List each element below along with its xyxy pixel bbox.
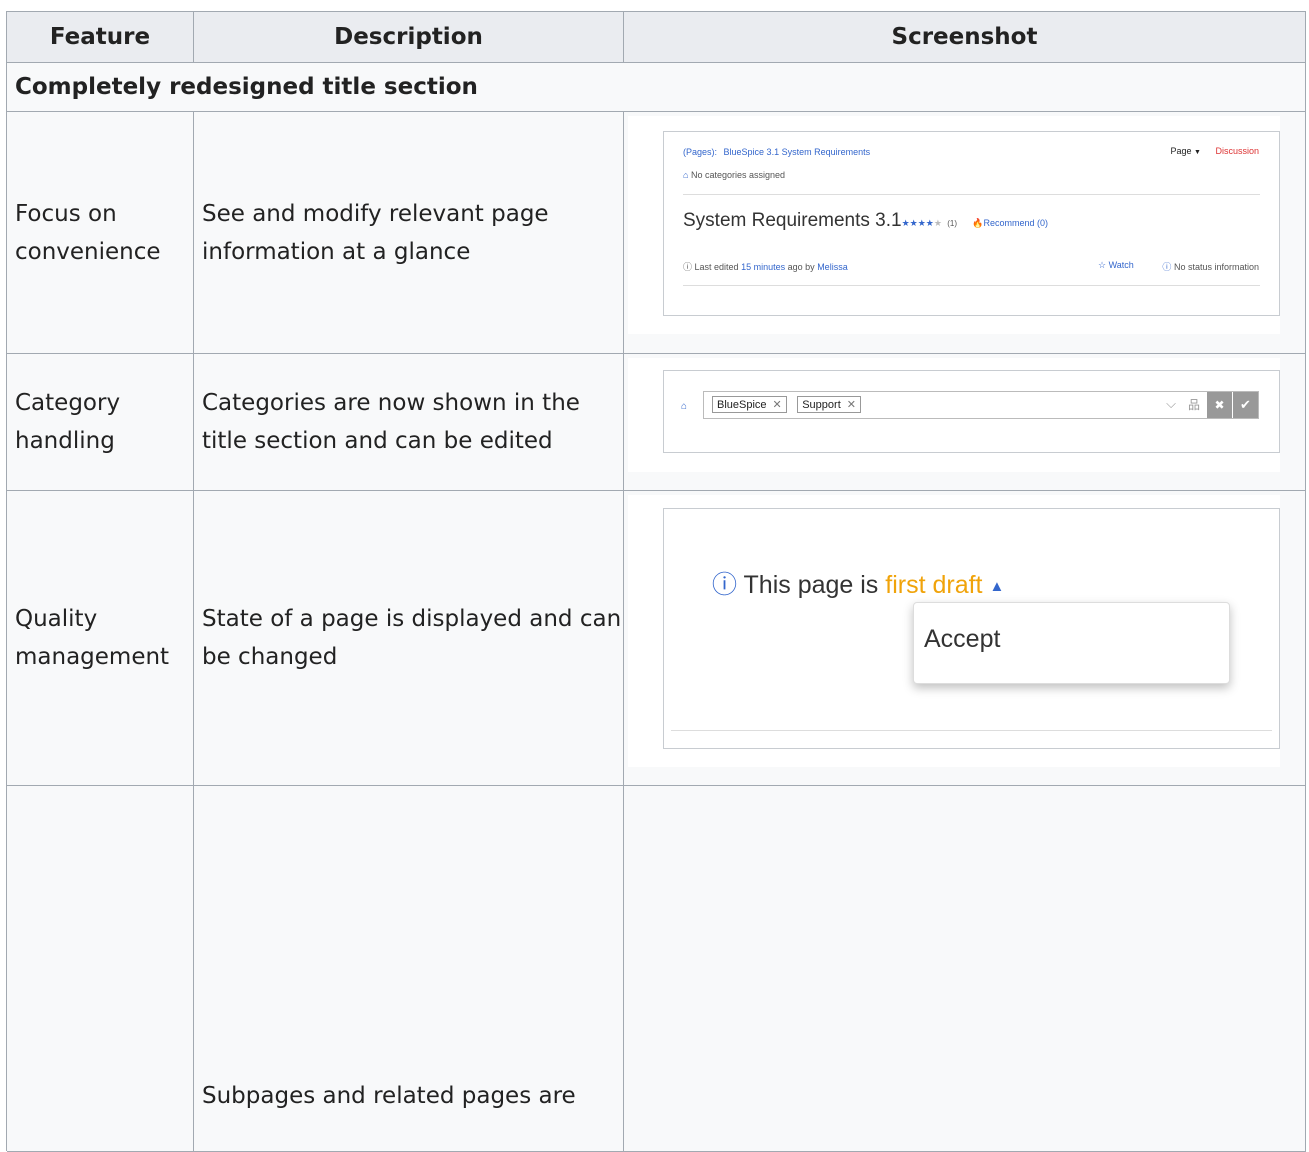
- category-editor-mockup: ⌂ BlueSpice ✕ Support ✕ ⌵ 品 ✖ ✔: [663, 370, 1280, 453]
- category-tag-label: BlueSpice: [717, 399, 767, 411]
- description-cell: See and modify relevant page information…: [194, 112, 624, 354]
- last-edited-label: Last edited: [694, 262, 739, 272]
- status-control[interactable]: ⓘ No status information: [1162, 260, 1259, 273]
- feature-cell: Quality management: [7, 491, 194, 786]
- category-tag[interactable]: BlueSpice ✕: [712, 396, 787, 413]
- accept-menu-item[interactable]: Accept: [924, 625, 1000, 654]
- category-input[interactable]: BlueSpice ✕ Support ✕ ⌵ 品 ✖ ✔: [703, 391, 1259, 419]
- confirm-button[interactable]: ✔: [1233, 392, 1258, 418]
- last-edited-time-link[interactable]: 15 minutes: [741, 262, 785, 272]
- star-icon: ☆: [1098, 260, 1107, 270]
- status-dropdown-menu: Accept: [913, 602, 1230, 684]
- table-row: Category handling Categories are now sho…: [7, 354, 1306, 491]
- hierarchy-icon[interactable]: 品: [1188, 396, 1200, 413]
- discussion-link[interactable]: Discussion: [1215, 146, 1259, 156]
- breadcrumb: (Pages): BlueSpice 3.1 System Requiremen…: [683, 147, 870, 157]
- table-row: Focus on convenience See and modify rele…: [7, 112, 1306, 354]
- no-categories-text: No categories assigned: [690, 170, 786, 180]
- categories-line: ⌂ No categories assigned: [683, 170, 785, 180]
- status-text: No status information: [1173, 262, 1259, 272]
- screenshot-image: ⌂ BlueSpice ✕ Support ✕ ⌵ 品 ✖ ✔: [628, 358, 1280, 472]
- category-tag[interactable]: Support ✕: [797, 396, 861, 413]
- last-edited-line: ⓘ Last edited 15 minutes ago by Melissa: [683, 260, 848, 273]
- page-title: System Requirements 3.1: [683, 210, 902, 231]
- description-cell: Subpages and related pages are: [194, 786, 624, 1152]
- caret-down-icon: ▼: [1194, 149, 1201, 156]
- page-title-line: System Requirements 3.1★★★★★ (1) 🔥Recomm…: [683, 210, 1048, 232]
- status-prefix: This page is: [743, 571, 879, 599]
- quality-status-mockup: ⓘ This page is first draft ▲ Accept: [663, 508, 1280, 749]
- page-actions: Page ▼ Discussion: [1170, 146, 1259, 156]
- section-title: Completely redesigned title section: [7, 63, 1306, 112]
- feature-table: Feature Description Screenshot Completel…: [6, 11, 1306, 1152]
- screenshot-cell: [624, 786, 1306, 1152]
- rating-count: (1): [947, 219, 958, 228]
- cancel-button[interactable]: ✖: [1207, 392, 1232, 418]
- table-row: Subpages and related pages are: [7, 786, 1306, 1152]
- description-cell: State of a page is displayed and can be …: [194, 491, 624, 786]
- status-value[interactable]: first draft: [885, 571, 982, 599]
- divider: [683, 194, 1260, 195]
- watch-link[interactable]: Watch: [1109, 260, 1134, 270]
- title-section-mockup: (Pages): BlueSpice 3.1 System Requiremen…: [663, 131, 1280, 316]
- breadcrumb-page-link[interactable]: BlueSpice 3.1 System Requirements: [724, 147, 871, 157]
- category-tag-label: Support: [802, 399, 841, 411]
- description-text: Subpages and related pages are: [202, 1083, 576, 1109]
- status-line[interactable]: ⓘ This page is first draft ▲: [712, 565, 1004, 601]
- last-edited-by-label: ago by: [787, 262, 815, 272]
- recommend-link[interactable]: Recommend (0): [984, 218, 1049, 228]
- close-icon[interactable]: ✕: [847, 399, 856, 411]
- screenshot-image: (Pages): BlueSpice 3.1 System Requiremen…: [628, 116, 1280, 334]
- description-cell: Categories are now shown in the title se…: [194, 354, 624, 491]
- rating-star-empty[interactable]: ★: [934, 218, 942, 228]
- fire-icon: 🔥: [972, 218, 984, 228]
- table-header-row: Feature Description Screenshot: [7, 12, 1306, 63]
- info-icon: ⓘ: [712, 571, 738, 599]
- last-edited-user-link[interactable]: Melissa: [817, 262, 848, 272]
- screenshot-cell: ⓘ This page is first draft ▲ Accept: [624, 491, 1306, 786]
- header-screenshot: Screenshot: [624, 12, 1306, 63]
- feature-cell: Category handling: [7, 354, 194, 491]
- breadcrumb-namespace-link[interactable]: (Pages):: [683, 147, 717, 157]
- info-icon: ⓘ: [683, 262, 693, 272]
- watch-control[interactable]: ☆ Watch: [1098, 260, 1134, 271]
- feature-cell: Focus on convenience: [7, 112, 194, 354]
- info-icon: ⓘ: [1162, 262, 1172, 272]
- screenshot-cell: ⌂ BlueSpice ✕ Support ✕ ⌵ 品 ✖ ✔: [624, 354, 1306, 491]
- caret-up-icon[interactable]: ▲: [989, 578, 1004, 595]
- section-row: Completely redesigned title section: [7, 63, 1306, 112]
- divider: [671, 730, 1272, 731]
- close-icon[interactable]: ✕: [773, 399, 782, 411]
- divider: [683, 285, 1260, 286]
- header-description: Description: [194, 12, 624, 63]
- tag-icon: ⌂: [683, 170, 689, 180]
- chevron-down-icon[interactable]: ⌵: [1166, 396, 1176, 412]
- rating-stars[interactable]: ★★★★: [902, 218, 934, 228]
- tag-icon: ⌂: [681, 401, 688, 412]
- table-row: Quality management State of a page is di…: [7, 491, 1306, 786]
- feature-cell: [7, 786, 194, 1152]
- screenshot-image: ⓘ This page is first draft ▲ Accept: [628, 495, 1280, 767]
- header-feature: Feature: [7, 12, 194, 63]
- page-menu[interactable]: Page: [1170, 146, 1191, 156]
- screenshot-cell: (Pages): BlueSpice 3.1 System Requiremen…: [624, 112, 1306, 354]
